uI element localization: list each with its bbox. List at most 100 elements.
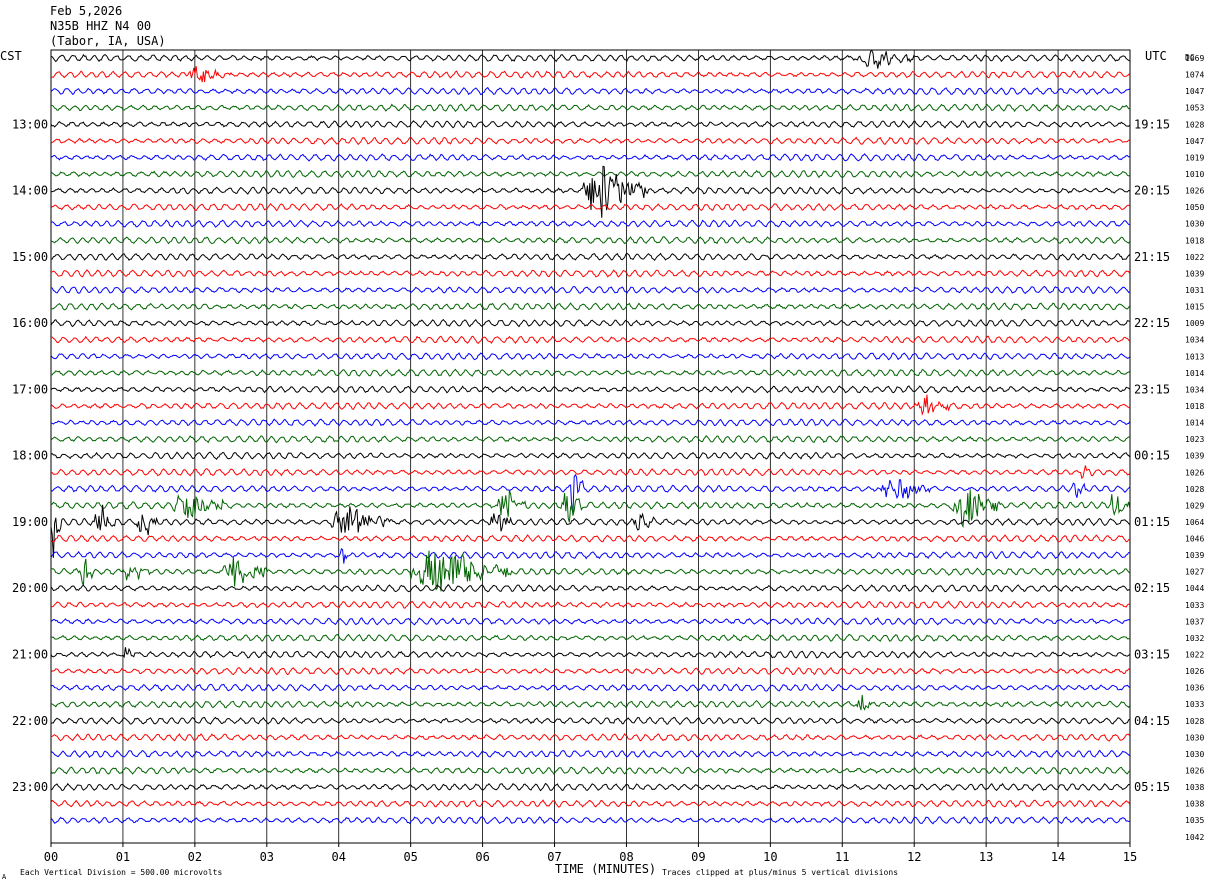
cst-hour-label: 22:00 xyxy=(12,714,48,728)
trace-line xyxy=(50,749,1131,758)
dc-offset-label: 1014 xyxy=(1185,419,1204,428)
utc-hour-label: 05:15 xyxy=(1134,780,1170,794)
dc-offset-label: 1028 xyxy=(1185,717,1204,726)
trace-line xyxy=(50,633,1131,643)
dc-offset-label: 1036 xyxy=(1185,684,1204,693)
dc-offset-label: 1029 xyxy=(1185,501,1204,510)
dc-offset-label: 1035 xyxy=(1185,816,1204,825)
dc-offset-label: 1042 xyxy=(1185,833,1204,842)
trace-line xyxy=(50,583,1130,593)
trace-line xyxy=(50,666,1131,676)
trace-line xyxy=(50,318,1130,328)
x-tick-label: 10 xyxy=(763,850,777,864)
x-tick-label: 12 xyxy=(907,850,921,864)
trace-line xyxy=(50,782,1130,792)
trace-line xyxy=(50,534,1131,543)
cst-hour-label: 17:00 xyxy=(12,382,48,396)
cst-hour-label: 16:00 xyxy=(12,316,48,330)
trace-line xyxy=(50,49,1131,69)
trace-line xyxy=(50,732,1131,742)
utc-hour-label: 20:15 xyxy=(1134,184,1170,198)
seismogram-chart: 13:00 14:00 15:00 16:00 17:00 18:00 19:00 20:00… xyxy=(0,49,1204,881)
dc-offset-label: 1028 xyxy=(1185,485,1204,494)
left-hour-labels: 13:00 14:00 15:00 16:00 17:00 18:00 19:00 20:00… xyxy=(12,117,48,794)
x-tick-label: 14 xyxy=(1051,850,1065,864)
x-tick-label: 11 xyxy=(835,850,849,864)
utc-hour-label: 23:15 xyxy=(1134,382,1170,396)
cst-hour-label: 21:00 xyxy=(12,648,48,662)
dc-offset-label: 1047 xyxy=(1185,87,1204,96)
dc-header: DC xyxy=(1185,53,1195,62)
utc-hour-label: 02:15 xyxy=(1134,581,1170,595)
utc-hour-label: 04:15 xyxy=(1134,714,1170,728)
x-tick-label: 15 xyxy=(1123,850,1137,864)
x-tick-label: 03 xyxy=(260,850,274,864)
trace-line xyxy=(50,716,1131,726)
dc-offset-label: 1044 xyxy=(1185,584,1204,593)
cst-hour-label: 20:00 xyxy=(12,581,48,595)
trace-line xyxy=(50,136,1130,146)
trace-line xyxy=(50,120,1131,129)
right-zone-label: UTC xyxy=(1145,49,1167,63)
cst-hour-label: 13:00 xyxy=(12,117,48,131)
dc-offset-label: 1022 xyxy=(1185,253,1204,262)
trace-line xyxy=(50,352,1131,361)
trace-line xyxy=(50,435,1130,444)
trace-line xyxy=(50,617,1130,626)
dc-offset-label: 1015 xyxy=(1185,303,1204,312)
utc-hour-label: 22:15 xyxy=(1134,316,1170,330)
traces xyxy=(50,49,1131,825)
dc-offset-label: 1033 xyxy=(1185,601,1204,610)
trace-line xyxy=(50,285,1130,295)
dc-offset-label: 1034 xyxy=(1185,385,1204,394)
dc-offset-label: 1039 xyxy=(1185,269,1204,278)
dc-offset-label: 1027 xyxy=(1185,568,1204,577)
trace-line xyxy=(50,418,1131,427)
dc-offset-label: 1050 xyxy=(1185,203,1204,212)
dc-offset-label: 1018 xyxy=(1185,402,1204,411)
dc-offset-label: 1031 xyxy=(1185,286,1204,295)
x-tick-labels: 00 01 02 03 04 05 06 07 08 09 10 11 12 13 14 15 xyxy=(44,843,1137,864)
x-tick-label: 01 xyxy=(116,850,130,864)
x-tick-label: 04 xyxy=(332,850,346,864)
x-tick-label: 06 xyxy=(475,850,489,864)
trace-line xyxy=(51,600,1130,609)
x-tick-label: 13 xyxy=(979,850,993,864)
corner-mark: A xyxy=(2,873,7,881)
dc-offset-label: 1032 xyxy=(1185,634,1204,643)
dc-offset-label: 1026 xyxy=(1185,187,1204,196)
dc-offset-label: 1033 xyxy=(1185,700,1204,709)
trace-line xyxy=(50,451,1131,460)
dc-offset-label: 1014 xyxy=(1185,369,1204,378)
trace-line xyxy=(50,103,1130,113)
dc-offset-labels: 1069107410471053102810471019101010261050… xyxy=(1185,54,1204,842)
dc-offset-label: 1034 xyxy=(1185,336,1204,345)
trace-line xyxy=(50,236,1131,245)
right-hour-labels: 19:15 20:15 21:15 22:15 23:15 00:15 01:15 02:15… xyxy=(1134,117,1170,794)
trace-line xyxy=(50,465,1131,480)
dc-offset-label: 1010 xyxy=(1185,170,1204,179)
trace-line xyxy=(50,394,1131,416)
clip-note: Traces clipped at plus/minus 5 vertical … xyxy=(662,868,898,877)
trace-line xyxy=(50,66,1131,83)
trace-line xyxy=(50,385,1131,394)
trace-line xyxy=(50,647,1131,659)
scale-note: Each Vertical Division = 500.00 microvol… xyxy=(20,868,222,877)
grid xyxy=(50,49,1131,844)
dc-offset-label: 1030 xyxy=(1185,220,1204,229)
utc-hour-label: 19:15 xyxy=(1134,117,1170,131)
dc-offset-label: 1018 xyxy=(1185,236,1204,245)
trace-line xyxy=(50,799,1131,808)
cst-hour-label: 23:00 xyxy=(12,780,48,794)
trace-line xyxy=(50,219,1130,228)
x-tick-label: 00 xyxy=(44,850,58,864)
dc-offset-label: 1019 xyxy=(1185,153,1204,162)
x-tick-label: 09 xyxy=(691,850,705,864)
dc-offset-label: 1046 xyxy=(1185,535,1204,544)
dc-offset-label: 1074 xyxy=(1185,71,1204,80)
trace-line xyxy=(50,368,1131,378)
utc-hour-label: 00:15 xyxy=(1134,449,1170,463)
trace-line xyxy=(50,169,1130,179)
trace-line xyxy=(50,269,1131,278)
x-tick-label: 02 xyxy=(188,850,202,864)
